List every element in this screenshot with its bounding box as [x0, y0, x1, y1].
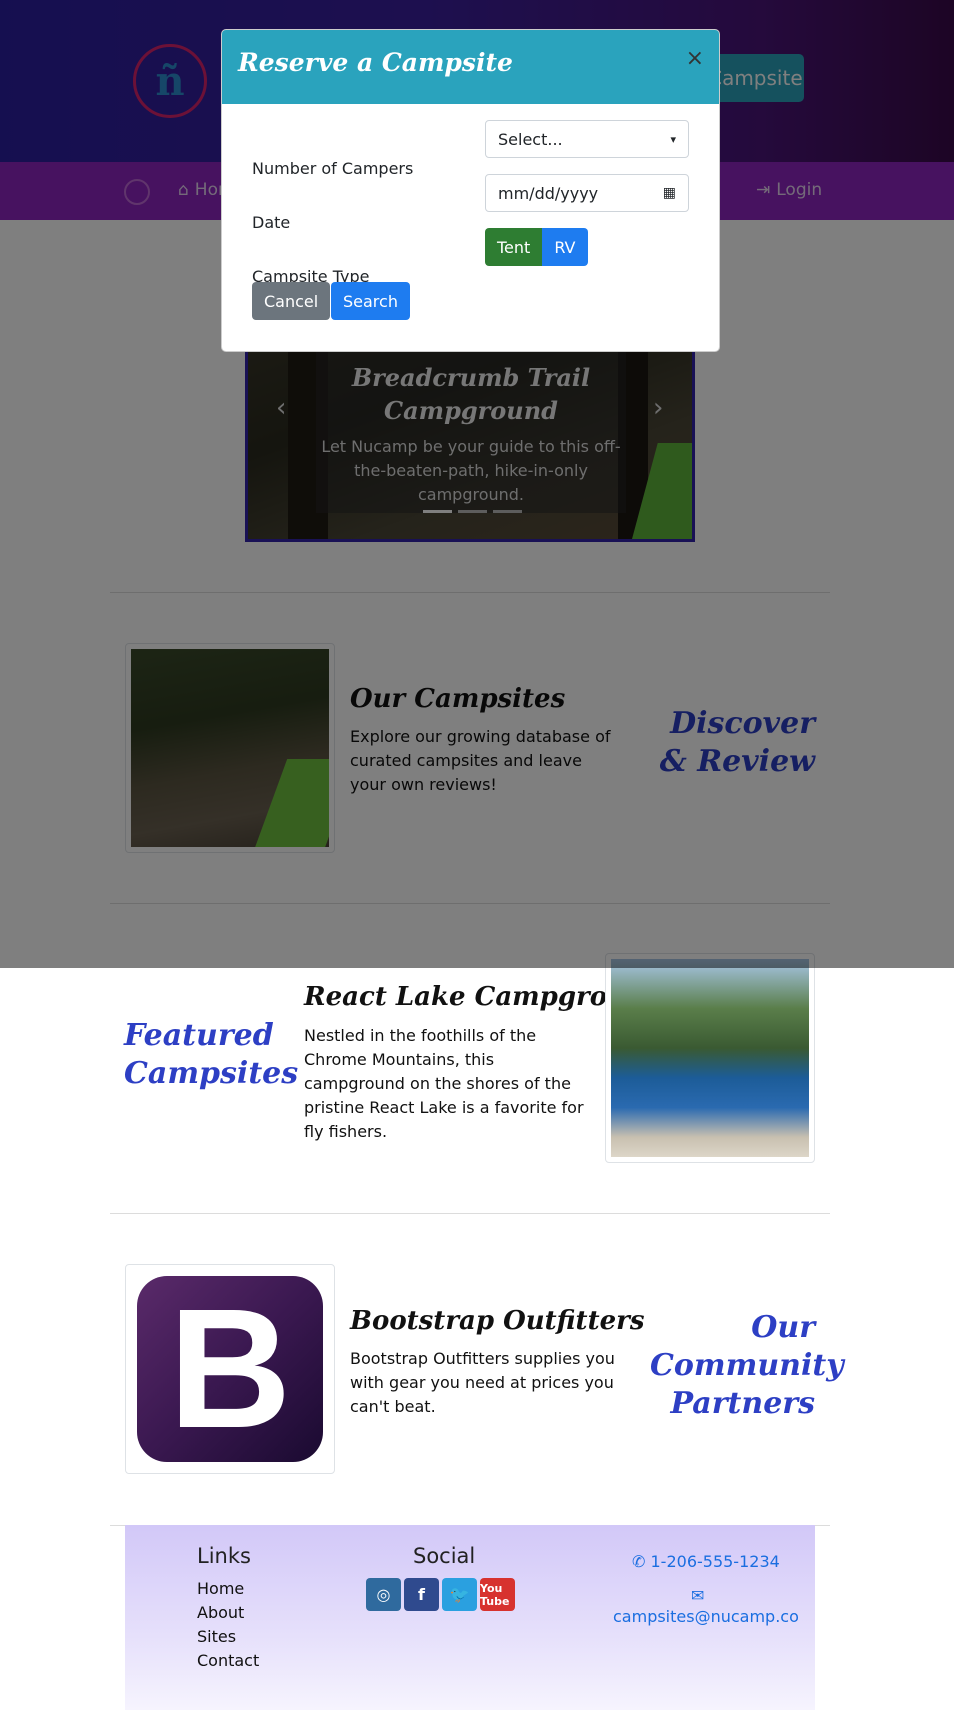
envelope-icon: ✉: [691, 1586, 705, 1605]
featured-text: Nestled in the foothills of the Chrome M…: [304, 1026, 584, 1141]
footer-email-link[interactable]: campsites@nucamp.co: [613, 1607, 799, 1626]
footer-links-list: Home About Sites Contact: [197, 1577, 259, 1673]
campers-label: Number of Campers: [252, 159, 414, 178]
modal-title: Reserve a Campsite: [238, 48, 513, 77]
footer: Links Home About Sites Contact Social ◎ …: [125, 1525, 815, 1710]
bootstrap-image: B: [125, 1264, 335, 1474]
search-button[interactable]: Search: [331, 282, 410, 320]
phone-icon: ✆: [632, 1552, 646, 1571]
reserve-modal: Reserve a Campsite × Number of Campers S…: [221, 29, 720, 352]
date-label: Date: [252, 213, 291, 232]
partner-text: Bootstrap Outfitters supplies you with g…: [350, 1349, 615, 1416]
youtube-icon[interactable]: You Tube: [480, 1578, 515, 1611]
footer-link-about[interactable]: About: [197, 1601, 259, 1625]
tent-option-button[interactable]: Tent: [485, 228, 543, 266]
community-partners-heading: Our Community Partners: [650, 1310, 844, 1421]
instagram-icon[interactable]: ◎: [366, 1578, 401, 1611]
campsite-type-toggle: Tent RV: [485, 228, 588, 266]
footer-social-title: Social: [413, 1544, 476, 1568]
partner-title: Bootstrap Outfitters: [350, 1306, 645, 1336]
react-lake-image: [605, 953, 815, 1163]
rv-option-button[interactable]: RV: [542, 228, 588, 266]
footer-phone-link[interactable]: ✆ 1-206-555-1234: [632, 1552, 780, 1571]
facebook-icon[interactable]: f: [404, 1578, 439, 1611]
calendar-icon[interactable]: ▦: [663, 185, 676, 201]
chevron-down-icon: ▾: [670, 132, 676, 146]
footer-link-contact[interactable]: Contact: [197, 1649, 259, 1673]
social-buttons: ◎ f 🐦 You Tube: [366, 1578, 515, 1611]
cancel-button[interactable]: Cancel: [252, 282, 331, 320]
date-input[interactable]: mm/dd/yyyy ▦: [485, 174, 689, 212]
twitter-icon[interactable]: 🐦: [442, 1578, 477, 1611]
footer-links-title: Links: [197, 1544, 251, 1568]
footer-link-sites[interactable]: Sites: [197, 1625, 259, 1649]
modal-header: Reserve a Campsite ×: [222, 30, 719, 104]
divider: [110, 1213, 830, 1214]
close-icon[interactable]: ×: [686, 46, 704, 71]
bootstrap-logo: B: [137, 1274, 323, 1464]
featured-campsites-heading: Featured Campsites: [124, 1018, 299, 1091]
footer-link-home[interactable]: Home: [197, 1577, 259, 1601]
campers-select[interactable]: Select... ▾: [485, 120, 689, 158]
